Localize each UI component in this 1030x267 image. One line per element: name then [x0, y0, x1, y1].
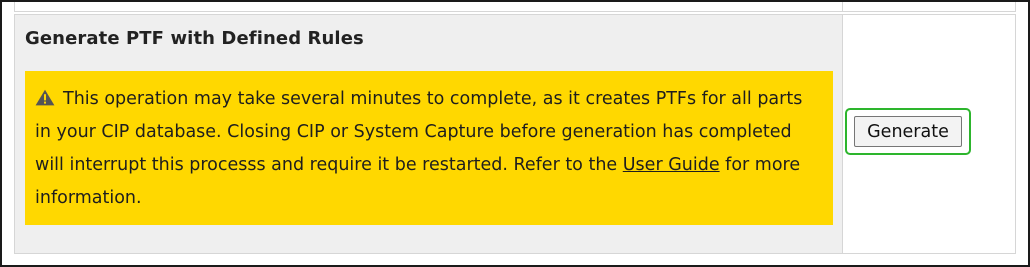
table-top-row: [14, 2, 1016, 12]
action-cell: Generate: [843, 15, 1015, 253]
description-cell: Generate PTF with Defined Rules This ope…: [15, 15, 843, 253]
warning-message: This operation may take several minutes …: [25, 71, 833, 225]
section-title: Generate PTF with Defined Rules: [25, 28, 364, 49]
generate-button-focus-ring: Generate: [845, 108, 971, 155]
generate-ptf-row: Generate PTF with Defined Rules This ope…: [14, 14, 1016, 254]
dialog-frame: Generate PTF with Defined Rules This ope…: [0, 0, 1030, 267]
column-divider: [842, 2, 843, 12]
user-guide-link[interactable]: User Guide: [623, 155, 720, 175]
warning-icon: [35, 89, 55, 106]
generate-button[interactable]: Generate: [854, 116, 962, 147]
